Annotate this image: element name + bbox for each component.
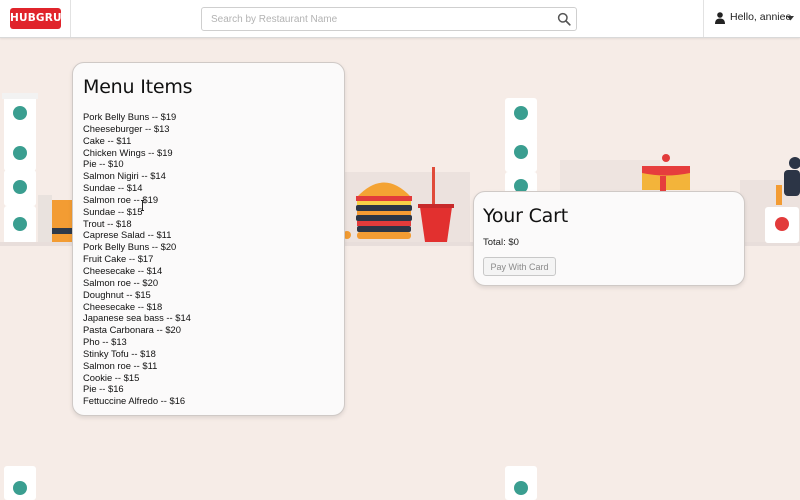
menu-item[interactable]: Salmon roe -- $11	[83, 360, 191, 372]
menu-item[interactable]: Sundae -- $14	[83, 182, 191, 194]
menu-item[interactable]: Salmon roe -- $20	[83, 277, 191, 289]
hubgrub-logo[interactable]: HUBGRUB	[10, 8, 70, 29]
user-greeting[interactable]: Hello, anniee	[730, 11, 791, 23]
menu-item[interactable]: Japanese sea bass -- $14	[83, 312, 191, 324]
search-icon[interactable]	[557, 12, 571, 26]
chevron-down-icon[interactable]	[787, 16, 794, 21]
menu-items-title: Menu Items	[83, 76, 193, 98]
menu-item[interactable]: Salmon roe -- $19	[83, 194, 191, 206]
text-cursor-icon	[141, 200, 144, 211]
menu-item[interactable]: Pie -- $10	[83, 158, 191, 170]
menu-item[interactable]: Sundae -- $15	[83, 206, 191, 218]
menu-items-list: Pork Belly Buns -- $19 Cheeseburger -- $…	[83, 111, 191, 407]
menu-items-card: Menu Items Pork Belly Buns -- $19 Cheese…	[72, 62, 345, 416]
menu-item[interactable]: Fettuccine Alfredo -- $16	[83, 395, 191, 407]
menu-item[interactable]: Pork Belly Buns -- $19	[83, 111, 191, 123]
cart-total: Total: $0	[483, 237, 519, 248]
menu-item[interactable]: Doughnut -- $15	[83, 289, 191, 301]
menu-item[interactable]: Cheesecake -- $14	[83, 265, 191, 277]
search-input[interactable]	[202, 8, 542, 30]
menu-item[interactable]: Pasta Carbonara -- $20	[83, 324, 191, 336]
burger-illustration	[356, 182, 412, 239]
search-bar	[201, 7, 577, 31]
top-navbar: HUBGRUB Hello, anniee	[0, 0, 800, 38]
cup-right	[765, 207, 799, 243]
cup-row-bottom	[4, 466, 537, 500]
pay-with-card-button[interactable]: Pay With Card	[483, 257, 556, 276]
menu-item[interactable]: Pork Belly Buns -- $20	[83, 241, 191, 253]
cart-title: Your Cart	[483, 205, 568, 227]
menu-item[interactable]: Stinky Tofu -- $18	[83, 348, 191, 360]
user-menu[interactable]: Hello, anniee	[703, 0, 800, 37]
cup-stack-middle	[505, 98, 537, 194]
menu-item[interactable]: Salmon Nigiri -- $14	[83, 170, 191, 182]
menu-item[interactable]: Pie -- $16	[83, 383, 191, 395]
menu-item[interactable]: Cheesecake -- $18	[83, 301, 191, 313]
cup-stack-left	[2, 93, 74, 244]
cart-card: Your Cart Total: $0 Pay With Card	[473, 191, 745, 286]
menu-item[interactable]: Fruit Cake -- $17	[83, 253, 191, 265]
menu-item[interactable]: Pho -- $13	[83, 336, 191, 348]
menu-item[interactable]: Caprese Salad -- $11	[83, 229, 191, 241]
menu-item[interactable]: Chicken Wings -- $19	[83, 147, 191, 159]
user-icon	[715, 12, 725, 24]
cake-illustration	[642, 154, 690, 192]
menu-item[interactable]: Trout -- $18	[83, 218, 191, 230]
logo-container: HUBGRUB	[0, 0, 71, 37]
menu-item[interactable]: Cookie -- $15	[83, 372, 191, 384]
menu-item[interactable]: Cake -- $11	[83, 135, 191, 147]
menu-item[interactable]: Cheeseburger -- $13	[83, 123, 191, 135]
